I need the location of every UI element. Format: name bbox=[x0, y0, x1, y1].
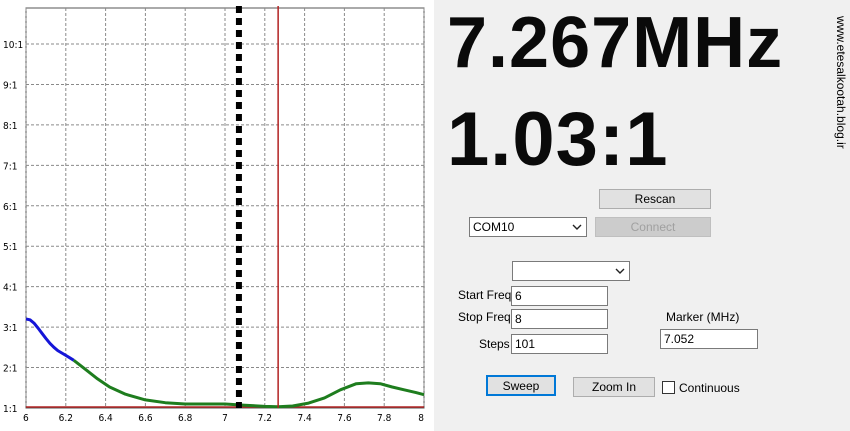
x-tick-label: 8 bbox=[418, 413, 424, 424]
com-port-value: COM10 bbox=[473, 220, 515, 234]
chevron-down-icon bbox=[572, 224, 582, 230]
stop-freq-label: Stop Freq bbox=[458, 310, 511, 324]
y-tick-label: 7:1 bbox=[3, 161, 17, 172]
y-tick-label: 4:1 bbox=[3, 283, 17, 294]
x-tick-label: 6.2 bbox=[59, 413, 73, 424]
watermark-text: www.etesalkootah.blog.ir bbox=[834, 16, 848, 149]
swr-chart[interactable]: 6 6.2 6.4 6.6 6.8 7 7.2 7.4 7.6 7.8 8 1:1 2:1 3:1 4:1 5… bbox=[0, 0, 434, 431]
frequency-readout: 7.267MHz bbox=[447, 3, 784, 83]
sweep-button[interactable]: Sweep bbox=[486, 375, 556, 396]
x-tick-label: 6.6 bbox=[138, 413, 153, 424]
connect-button[interactable]: Connect bbox=[595, 217, 711, 237]
x-tick-label: 6 bbox=[23, 413, 29, 424]
marker-label: Marker (MHz) bbox=[666, 310, 740, 324]
chevron-down-icon bbox=[615, 268, 625, 274]
continuous-checkbox[interactable] bbox=[662, 381, 675, 394]
marker-input[interactable]: 7.052 bbox=[660, 329, 758, 349]
x-tick-label: 6.8 bbox=[178, 413, 193, 424]
steps-input[interactable]: 101 bbox=[511, 334, 608, 354]
y-tick-label: 5:1 bbox=[3, 242, 17, 253]
start-freq-label: Start Freq bbox=[458, 288, 512, 302]
zoom-in-button[interactable]: Zoom In bbox=[573, 377, 655, 397]
swr-readout: 1.03:1 bbox=[447, 97, 669, 182]
continuous-label: Continuous bbox=[679, 381, 740, 395]
y-tick-label: 6:1 bbox=[3, 202, 17, 213]
y-tick-label: 1:1 bbox=[3, 404, 17, 415]
swr-series-line bbox=[25, 317, 75, 362]
swr-chart-svg: 6 6.2 6.4 6.6 6.8 7 7.2 7.4 7.6 7.8 8 1:1 2:1 3:1 4:1 5… bbox=[3, 6, 425, 424]
x-tick-label: 6.4 bbox=[98, 413, 113, 424]
y-tick-label: 10:1 bbox=[3, 40, 23, 51]
rescan-button[interactable]: Rescan bbox=[599, 189, 711, 209]
x-tick-label: 7 bbox=[222, 413, 228, 424]
x-tick-label: 7.2 bbox=[258, 413, 272, 424]
stop-freq-input[interactable]: 8 bbox=[511, 309, 608, 329]
x-tick-label: 7.6 bbox=[337, 413, 352, 424]
com-port-select[interactable]: COM10 bbox=[469, 217, 587, 237]
x-tick-label: 7.4 bbox=[297, 413, 312, 424]
y-tick-label: 3:1 bbox=[3, 323, 17, 334]
y-tick-label: 2:1 bbox=[3, 364, 17, 375]
start-freq-input[interactable]: 6 bbox=[511, 286, 608, 306]
steps-label: Steps bbox=[479, 337, 510, 351]
y-tick-label: 8:1 bbox=[3, 121, 17, 132]
mode-select[interactable] bbox=[512, 261, 630, 281]
x-tick-label: 7.8 bbox=[377, 413, 392, 424]
y-tick-label: 9:1 bbox=[3, 80, 17, 91]
